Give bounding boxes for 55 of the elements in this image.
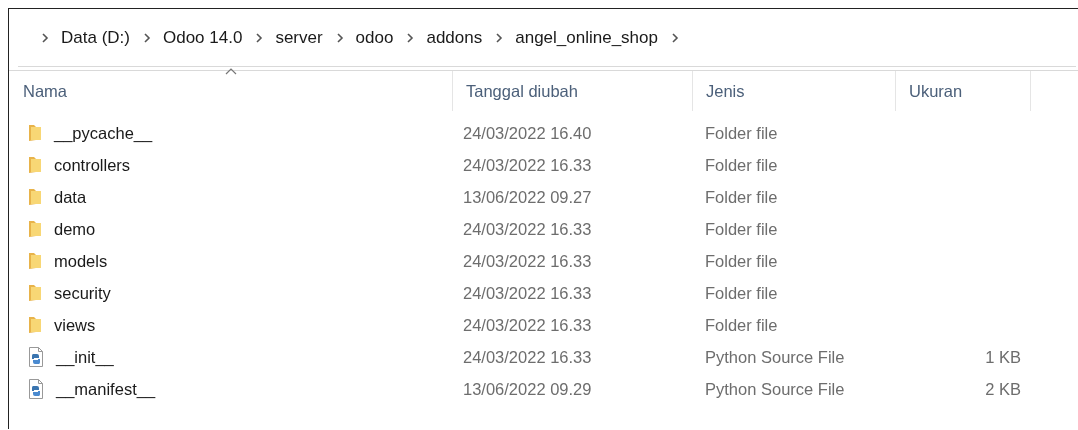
column-header[interactable]: Ukuran	[896, 71, 1031, 111]
folder-icon	[28, 316, 42, 334]
file-name[interactable]: __init__	[56, 347, 114, 367]
file-name[interactable]: security	[54, 283, 111, 303]
breadcrumb-item[interactable]: server	[275, 27, 323, 48]
column-header[interactable]: Jenis	[693, 71, 896, 111]
date-modified: 24/03/2022 16.33	[462, 347, 593, 367]
file-name[interactable]: data	[54, 187, 87, 207]
folder-icon	[28, 220, 42, 238]
date-modified: 13/06/2022 09.29	[462, 379, 593, 399]
chevron-icon[interactable]	[335, 31, 344, 44]
date-modified: 24/03/2022 16.33	[462, 251, 593, 271]
date-modified: 24/03/2022 16.33	[462, 155, 593, 175]
breadcrumb-item[interactable]: Data (D:)	[61, 27, 130, 48]
folder-icon	[28, 188, 42, 206]
file-type: Folder file	[704, 155, 779, 175]
chevron-icon[interactable]	[495, 31, 504, 44]
folder-icon	[28, 156, 42, 174]
file-size: 2 KB	[985, 379, 1021, 398]
breadcrumb-item[interactable]: odoo	[355, 27, 394, 48]
file-type: Folder file	[704, 251, 779, 271]
folder-icon	[28, 124, 42, 142]
chevron-icon[interactable]	[142, 31, 151, 44]
date-modified: 13/06/2022 09.27	[462, 187, 593, 207]
chevron-icon[interactable]	[670, 31, 679, 44]
file-name[interactable]: demo	[54, 219, 96, 239]
python-file-icon	[28, 379, 44, 399]
file-type: Folder file	[704, 123, 779, 143]
file-type: Folder file	[704, 315, 779, 335]
breadcrumb-item[interactable]: addons	[426, 27, 483, 48]
date-modified: 24/03/2022 16.33	[462, 315, 593, 335]
date-modified: 24/03/2022 16.33	[462, 219, 593, 239]
file-name[interactable]: __pycache__	[54, 123, 153, 143]
file-name[interactable]: models	[54, 251, 108, 271]
file-type: Folder file	[704, 283, 779, 303]
python-file-icon	[28, 347, 44, 367]
file-name[interactable]: controllers	[54, 155, 131, 175]
date-modified: 24/03/2022 16.40	[462, 123, 593, 143]
column-header[interactable]: Nama	[9, 71, 453, 111]
folder-icon	[28, 284, 42, 302]
file-type: Python Source File	[704, 379, 846, 399]
chevron-icon[interactable]	[406, 31, 415, 44]
file-size: 1 KB	[985, 347, 1021, 366]
breadcrumb-item[interactable]: Odoo 14.0	[162, 27, 243, 48]
file-type: Folder file	[704, 219, 779, 239]
breadcrumb-item[interactable]: angel_online_shop	[515, 27, 658, 48]
date-modified: 24/03/2022 16.33	[462, 283, 593, 303]
file-name[interactable]: views	[54, 315, 96, 335]
file-type: Folder file	[704, 187, 779, 207]
column-header[interactable]: Tanggal diubah	[453, 71, 693, 111]
file-name[interactable]: __manifest__	[56, 379, 156, 399]
folder-icon	[28, 252, 42, 270]
file-type: Python Source File	[704, 347, 846, 367]
chevron-icon[interactable]	[255, 31, 264, 44]
chevron-icon[interactable]	[41, 31, 49, 44]
